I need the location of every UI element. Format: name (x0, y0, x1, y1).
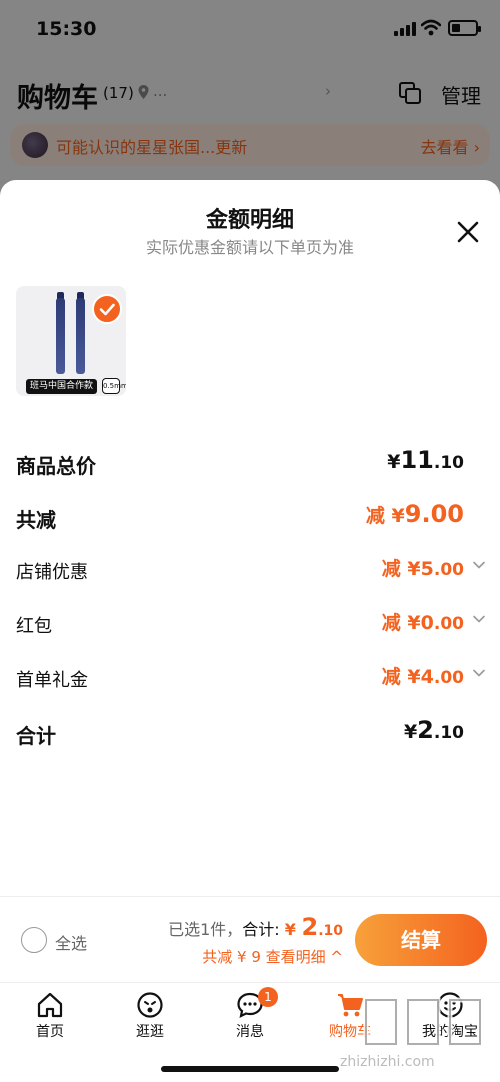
row-value: 减 ¥4.00 (381, 666, 464, 688)
browse-icon (137, 992, 163, 1018)
row-goods-total: 商品总价 ¥11.10 (0, 446, 500, 486)
home-indicator (161, 1066, 339, 1072)
chevron-down-icon[interactable] (472, 558, 486, 572)
row-label: 店铺优惠 (16, 562, 88, 583)
home-icon (37, 992, 63, 1018)
row-value: ¥11.10 (387, 446, 464, 474)
row-value: ¥2.10 (403, 716, 464, 744)
price-detail-sheet: 金额明细 实际优惠金额请以下单页为准 班马中国合作款 0.5mm 商品总价 ¥1… (0, 180, 500, 896)
sheet-title: 金额明细 (205, 208, 294, 233)
selected-count: 已选1件， (168, 920, 243, 939)
sheet-subtitle: 实际优惠金额请以下单页为准 (145, 238, 354, 257)
message-badge: 1 (258, 987, 278, 1007)
row-label: 合计 (16, 724, 56, 748)
row-label: 商品总价 (16, 454, 96, 478)
tab-label: 逛逛 (136, 1024, 164, 1040)
tab-browse[interactable]: 逛逛 (100, 983, 200, 1053)
row-label: 共减 (16, 508, 56, 532)
total-label: 合计: (242, 920, 280, 939)
row-shop-discount[interactable]: 店铺优惠 减 ¥5.00 (0, 554, 500, 594)
row-value: 减 ¥5.00 (381, 558, 464, 580)
row-value: 减 ¥0.00 (381, 612, 464, 634)
select-all-label[interactable]: 全选 (55, 930, 87, 954)
watermark-logo (363, 997, 483, 1047)
chevron-down-icon[interactable] (472, 612, 486, 626)
row-grand-total: 合计 ¥2.10 (0, 716, 500, 756)
selection-summary: 已选1件，合计: ¥ 2.10 (168, 913, 343, 941)
close-icon[interactable] (456, 220, 480, 244)
row-total-discount: 共减 减 ¥9.00 (0, 500, 500, 540)
selected-check-icon (92, 294, 122, 324)
tab-messages[interactable]: 1 消息 (200, 983, 300, 1053)
row-first-order-gift[interactable]: 首单礼金 减 ¥4.00 (0, 662, 500, 702)
row-label: 首单礼金 (16, 670, 88, 691)
tab-home[interactable]: 首页 (0, 983, 100, 1053)
total-price: ¥ 2.10 (284, 913, 343, 941)
tab-label: 消息 (236, 1024, 264, 1040)
row-red-packet[interactable]: 红包 减 ¥0.00 (0, 608, 500, 648)
watermark-text: zhizhizhi.com (340, 1054, 435, 1070)
row-value: 减 ¥9.00 (365, 500, 464, 528)
select-all-checkbox[interactable] (21, 927, 47, 953)
product-size-tag: 0.5mm (102, 378, 126, 394)
chevron-down-icon[interactable] (472, 666, 486, 680)
view-detail-link[interactable]: 共减 ¥ 9 查看明细 ^ (202, 946, 343, 967)
product-badge: 班马中国合作款 (26, 379, 98, 394)
checkout-bar: 全选 已选1件，合计: ¥ 2.10 共减 ¥ 9 查看明细 ^ 结算 (0, 896, 500, 982)
tab-label: 首页 (36, 1024, 64, 1040)
row-label: 红包 (16, 616, 52, 637)
app-root: 15:30 购物车 (17) ... › 管理 可能认识的星星张国...更新 去… (0, 0, 500, 1082)
checkout-button[interactable]: 结算 (355, 914, 487, 966)
